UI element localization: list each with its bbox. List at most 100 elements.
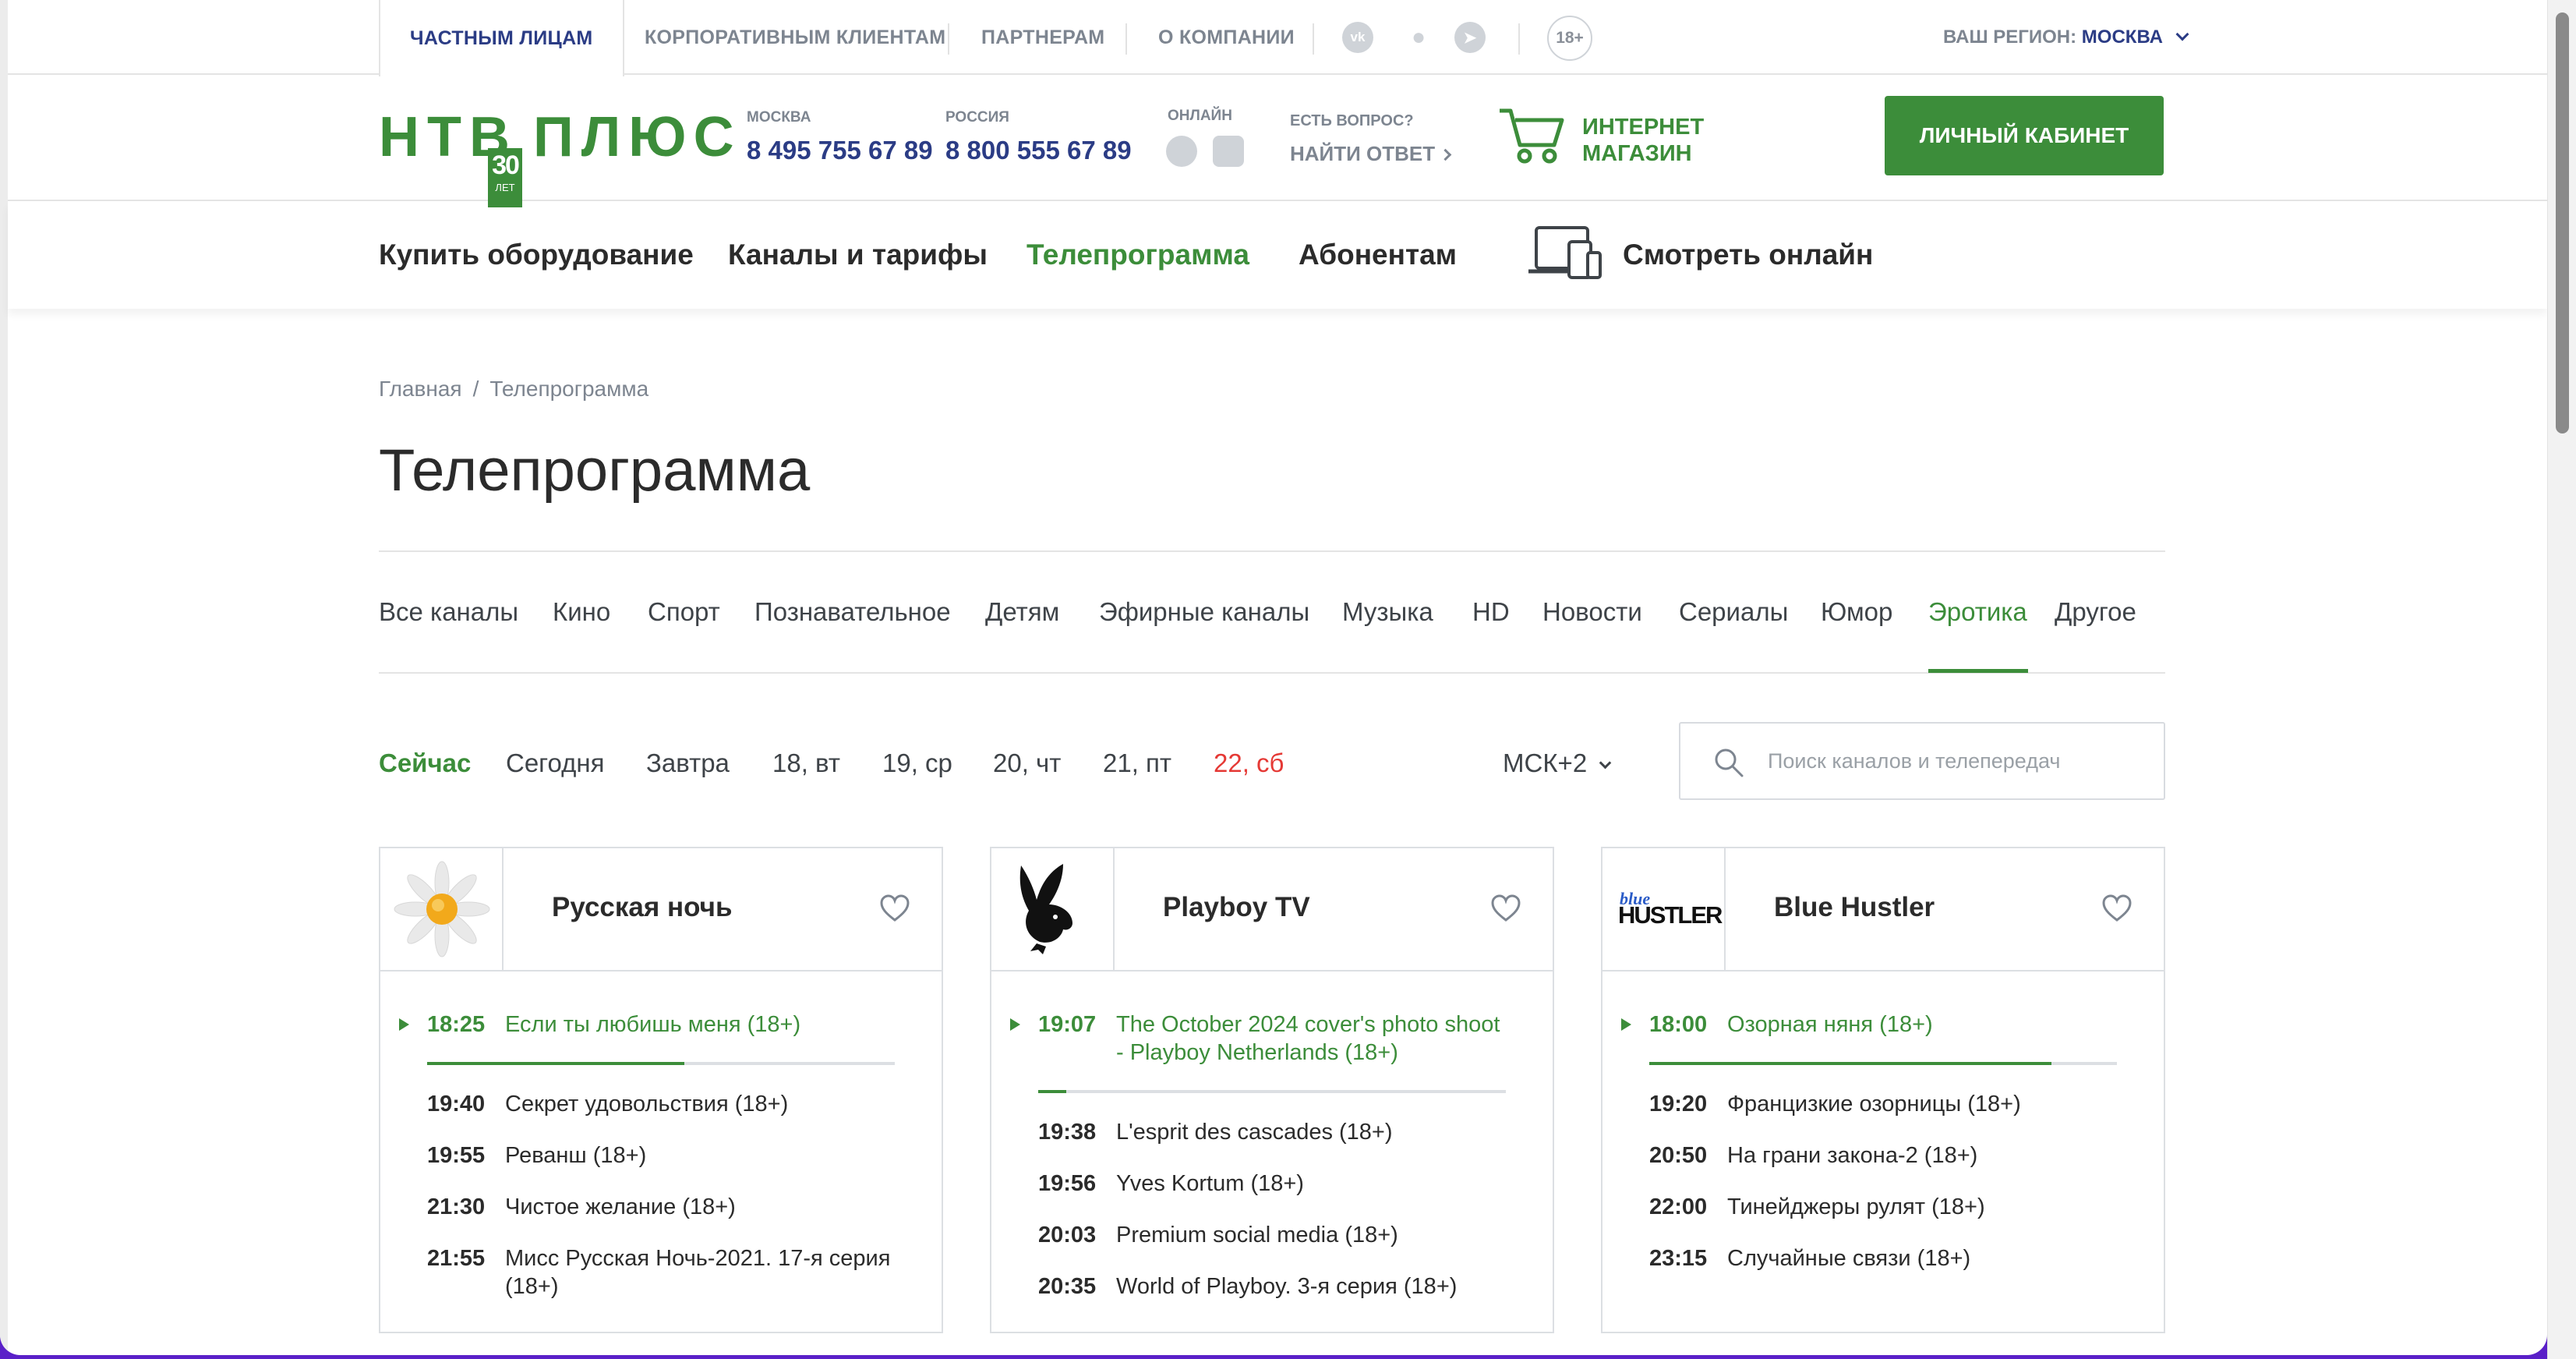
personal-account-button[interactable]: ЛИЧНЫЙ КАБИНЕТ xyxy=(1885,96,2164,175)
channel-logo[interactable] xyxy=(380,848,504,970)
breadcrumb-home[interactable]: Главная xyxy=(379,377,462,401)
shopping-cart-icon[interactable] xyxy=(1498,106,1565,165)
channel-card: Playboy TV 19:07 The October 2024 cover'… xyxy=(990,847,1554,1333)
program-title: The October 2024 cover's photo shoot - P… xyxy=(1116,1012,1500,1065)
channel-name[interactable]: Blue Hustler xyxy=(1774,892,1935,923)
breadcrumb: Главная / Телепрограмма xyxy=(379,377,648,402)
category-other[interactable]: Другое xyxy=(2055,597,2136,627)
logo-years-label: ЛЕТ xyxy=(495,182,515,193)
channel-logo[interactable] xyxy=(991,848,1115,970)
day-22[interactable]: 22, сб xyxy=(1214,749,1284,778)
program-time: 20:35 xyxy=(1038,1274,1097,1299)
tab-corporate-clients[interactable]: КОРПОРАТИВНЫМ КЛИЕНТАМ xyxy=(645,0,945,75)
scrollbar-thumb[interactable] xyxy=(2556,12,2569,434)
breadcrumb-current: Телепрограмма xyxy=(489,377,649,401)
program-time: 19:20 xyxy=(1649,1092,1708,1117)
top-bar: ЧАСТНЫМ ЛИЦАМ КОРПОРАТИВНЫМ КЛИЕНТАМ ПАР… xyxy=(8,0,2547,76)
category-educational[interactable]: Познавательное xyxy=(754,597,951,627)
odnoklassniki-icon[interactable]: ● xyxy=(1403,22,1434,53)
moscow-label: МОСКВА xyxy=(747,109,811,126)
program-time: 20:03 xyxy=(1038,1223,1097,1248)
category-all-channels[interactable]: Все каналы xyxy=(379,597,518,627)
age-rating-badge: 18+ xyxy=(1547,16,1592,61)
program-time: 18:00 xyxy=(1649,1012,1708,1037)
online-chat-icon[interactable] xyxy=(1213,136,1244,167)
tab-private-clients[interactable]: ЧАСТНЫМ ЛИЦАМ xyxy=(379,0,624,76)
nav-watch-online[interactable]: Смотреть онлайн xyxy=(1623,239,1873,271)
category-humor[interactable]: Юмор xyxy=(1821,597,1892,627)
program-progress-bar xyxy=(1649,1062,2117,1065)
progress-fill xyxy=(427,1062,684,1065)
find-answer-link[interactable]: НАЙТИ ОТВЕТ xyxy=(1290,142,1452,166)
program-time: 21:55 xyxy=(427,1246,486,1271)
timezone-value: МСК+2 xyxy=(1503,749,1588,777)
program-title: На грани закона-2 (18+) xyxy=(1727,1143,1978,1168)
tab-separator xyxy=(948,23,949,55)
category-series[interactable]: Сериалы xyxy=(1679,597,1788,627)
day-21[interactable]: 21, пт xyxy=(1103,749,1171,778)
day-19[interactable]: 19, ср xyxy=(882,749,952,778)
tab-separator xyxy=(1125,23,1127,55)
vertical-scrollbar[interactable] xyxy=(2547,0,2576,1359)
online-label: ОНЛАЙН xyxy=(1168,108,1232,124)
heart-icon[interactable] xyxy=(2101,894,2133,923)
play-icon xyxy=(399,1018,409,1031)
online-shop-link[interactable]: ИНТЕРНЕТ МАГАЗИН xyxy=(1582,114,1704,167)
tab-about[interactable]: О КОМПАНИИ xyxy=(1158,0,1295,75)
program-progress-bar xyxy=(1038,1090,1506,1093)
category-hd[interactable]: HD xyxy=(1472,597,1510,627)
vk-icon[interactable]: vk xyxy=(1342,22,1373,53)
day-today[interactable]: Сегодня xyxy=(506,749,604,778)
day-20[interactable]: 20, чт xyxy=(993,749,1061,778)
chevron-down-icon xyxy=(2175,27,2189,41)
category-kids[interactable]: Детям xyxy=(985,597,1059,627)
page-title: Телепрограмма xyxy=(379,437,811,504)
category-broadcast[interactable]: Эфирные каналы xyxy=(1099,597,1309,627)
find-answer-label: НАЙТИ ОТВЕТ xyxy=(1290,142,1436,165)
day-tomorrow[interactable]: Завтра xyxy=(646,749,730,778)
nav-channels-tariffs[interactable]: Каналы и тарифы xyxy=(728,239,988,271)
region-selector[interactable]: ВАШ РЕГИОН: МОСКВА xyxy=(1943,27,2189,48)
active-category-underline xyxy=(1928,669,2028,673)
tab-partners[interactable]: ПАРТНЕРАМ xyxy=(981,0,1104,75)
divider xyxy=(379,672,2165,674)
channel-name[interactable]: Playboy TV xyxy=(1163,892,1310,923)
channel-card-header: blue HUSTLER Blue Hustler xyxy=(1602,848,2164,971)
channel-logo[interactable]: blue HUSTLER xyxy=(1602,848,1726,970)
telegram-chat-icon[interactable] xyxy=(1166,136,1197,167)
main-nav: Купить оборудование Каналы и тарифы Теле… xyxy=(8,201,2547,309)
program-time: 19:07 xyxy=(1038,1012,1097,1037)
category-movies[interactable]: Кино xyxy=(553,597,610,627)
program-title: Если ты любишь меня (18+) xyxy=(505,1012,801,1037)
channel-name[interactable]: Русская ночь xyxy=(552,892,732,923)
nav-buy-equipment[interactable]: Купить оборудование xyxy=(379,239,694,271)
search-input[interactable] xyxy=(1768,745,2142,777)
breadcrumb-separator: / xyxy=(472,377,479,401)
browser-window: ЧАСТНЫМ ЛИЦАМ КОРПОРАТИВНЫМ КЛИЕНТАМ ПАР… xyxy=(0,0,2547,1355)
russia-phone[interactable]: 8 800 555 67 89 xyxy=(945,136,1132,165)
moscow-phone[interactable]: 8 495 755 67 89 xyxy=(747,136,933,165)
logo-years: 30 xyxy=(492,150,520,180)
nav-subscribers[interactable]: Абонентам xyxy=(1299,239,1457,271)
category-news[interactable]: Новости xyxy=(1542,597,1642,627)
timezone-select[interactable]: МСК+2 xyxy=(1503,749,1612,778)
day-18[interactable]: 18, вт xyxy=(772,749,840,778)
daisy-icon xyxy=(394,861,490,957)
category-music[interactable]: Музыка xyxy=(1342,597,1433,627)
program-time: 18:25 xyxy=(427,1012,486,1037)
site-header: НТВ 30 ЛЕТ ПЛЮС МОСКВА 8 495 755 67 89 Р… xyxy=(8,75,2547,207)
play-icon xyxy=(1010,1018,1020,1031)
heart-icon[interactable] xyxy=(879,894,910,923)
nav-tv-guide[interactable]: Телепрограмма xyxy=(1027,239,1249,271)
category-sport[interactable]: Спорт xyxy=(648,597,720,627)
question-label: ЕСТЬ ВОПРОС? xyxy=(1290,112,1414,129)
program-time: 19:38 xyxy=(1038,1120,1097,1145)
shop-line-1: ИНТЕРНЕТ xyxy=(1582,115,1705,140)
category-erotica[interactable]: Эротика xyxy=(1928,597,2027,627)
day-now[interactable]: Сейчас xyxy=(379,749,471,778)
progress-fill xyxy=(1649,1062,2051,1065)
russia-label: РОССИЯ xyxy=(945,109,1009,126)
shop-line-2: МАГАЗИН xyxy=(1582,141,1692,166)
heart-icon[interactable] xyxy=(1490,894,1521,923)
telegram-icon[interactable]: ➤ xyxy=(1454,22,1486,53)
